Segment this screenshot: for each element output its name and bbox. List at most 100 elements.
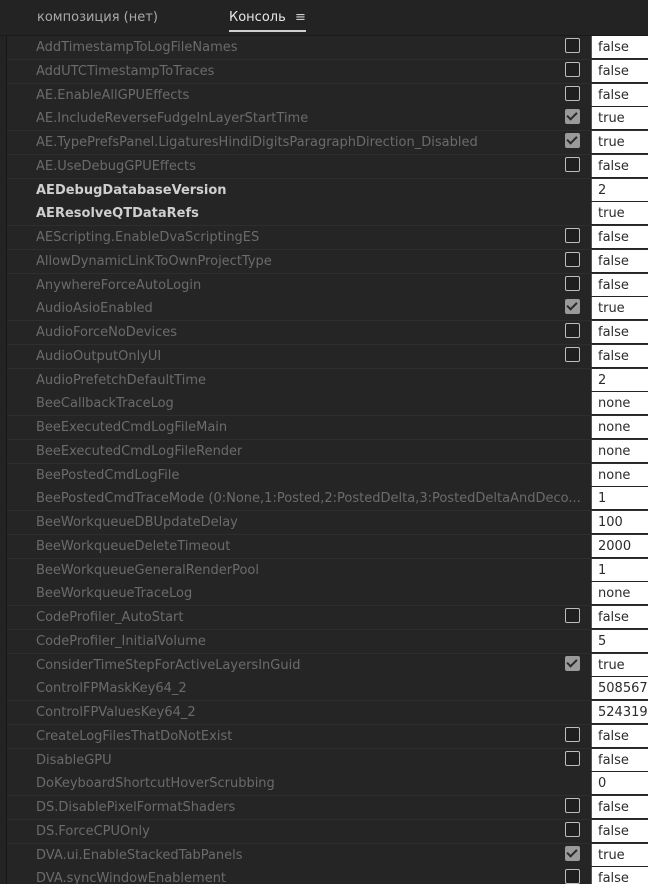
setting-value-field[interactable]: 1 [591, 487, 648, 510]
setting-checkbox[interactable] [565, 38, 580, 53]
table-row[interactable]: AudioForceNoDevices false [7, 321, 648, 345]
table-row[interactable]: AE.EnableAllGPUEffects false [7, 83, 648, 108]
setting-value-field[interactable]: 100 [591, 511, 648, 533]
setting-name: AE.TypePrefsPanel.LigaturesHindiDigitsPa… [36, 135, 478, 150]
table-row[interactable]: BeePostedCmdLogFile none [7, 463, 648, 488]
setting-value-field[interactable]: true [591, 843, 648, 866]
setting-value-field[interactable]: 0 [591, 772, 648, 795]
setting-checkbox[interactable] [565, 821, 580, 837]
setting-name: BeeExecutedCmdLogFileMain [36, 420, 228, 435]
setting-name: BeePostedCmdLogFile [36, 467, 180, 483]
setting-checkbox[interactable] [565, 750, 580, 766]
table-row[interactable]: AudioPrefetchDefaultTime 2 [7, 368, 648, 393]
table-row[interactable]: BeeExecutedCmdLogFileMain none [7, 416, 648, 440]
table-row[interactable]: DS.ForceCPUOnly false [7, 819, 648, 844]
setting-checkbox[interactable] [565, 655, 580, 671]
setting-value-field[interactable]: false [591, 796, 648, 818]
setting-checkbox[interactable] [565, 608, 580, 623]
setting-value-field[interactable]: false [591, 748, 648, 771]
setting-checkbox[interactable] [565, 845, 580, 861]
setting-value-field[interactable]: 5085673 [591, 677, 648, 700]
table-row[interactable]: AudioOutputOnlyUI false [7, 344, 648, 369]
setting-checkbox[interactable] [565, 346, 580, 362]
setting-value-field[interactable]: false [591, 154, 648, 177]
checkmark-icon [566, 655, 578, 668]
setting-value-field[interactable]: none [591, 416, 648, 438]
setting-value-field[interactable]: false [591, 321, 648, 343]
table-row[interactable]: DisableGPU false [7, 748, 648, 773]
setting-value-field[interactable]: false [591, 83, 648, 106]
setting-checkbox[interactable] [565, 251, 580, 267]
setting-value-field[interactable]: false [591, 606, 648, 628]
table-row[interactable]: BeePostedCmdTraceMode (0:None,1:Posted,2… [7, 487, 648, 512]
setting-value-field[interactable]: 1 [591, 558, 648, 581]
setting-checkbox[interactable] [565, 275, 580, 291]
table-row[interactable]: BeeCallbackTraceLog none [7, 392, 648, 417]
table-row[interactable]: DS.DisablePixelFormatShaders false [7, 796, 648, 820]
setting-checkbox[interactable] [565, 869, 580, 884]
table-row[interactable]: AddUTCTimestampToTraces false [7, 59, 648, 84]
table-row[interactable]: ControlFPValuesKey64_2 524319 [7, 701, 648, 725]
table-row[interactable]: AEScripting.EnableDvaScriptingES false [7, 226, 648, 250]
table-row[interactable]: AE.IncludeReverseFudgeInLayerStartTime tr… [7, 107, 648, 132]
setting-value-field[interactable]: 2000 [591, 534, 648, 557]
setting-value-field[interactable]: true [591, 107, 648, 130]
table-row[interactable]: ConsiderTimeStepForActiveLayersInGuid tru… [7, 653, 648, 678]
setting-value-field[interactable]: none [591, 582, 648, 605]
setting-value-field[interactable]: true [591, 131, 648, 153]
table-row[interactable]: CodeProfiler_InitialVolume 5 [7, 629, 648, 654]
table-row[interactable]: BeeWorkqueueDeleteTimeout 2000 [7, 534, 648, 559]
setting-value-field[interactable]: false [591, 226, 648, 248]
table-row[interactable]: AnywhereForceAutoLogin false [7, 273, 648, 298]
setting-checkbox[interactable] [565, 323, 580, 338]
setting-value-field[interactable]: true [591, 653, 648, 676]
setting-value-field[interactable]: false [591, 59, 648, 82]
table-row[interactable]: BeeWorkqueueGeneralRenderPool 1 [7, 558, 648, 583]
setting-checkbox[interactable] [565, 61, 580, 77]
setting-checkbox[interactable] [565, 156, 580, 172]
setting-value-field[interactable]: false [591, 867, 648, 884]
table-row[interactable]: AEResolveQTDataRefs true [7, 202, 648, 227]
setting-value-field[interactable]: 524319 [591, 701, 648, 723]
table-row[interactable]: ControlFPMaskKey64_2 5085673 [7, 677, 648, 702]
setting-value-field[interactable]: none [591, 463, 648, 486]
table-row[interactable]: CreateLogFilesThatDoNotExist false [7, 724, 648, 749]
table-row[interactable]: AddTimestampToLogFileNames false [7, 36, 648, 60]
setting-value-field[interactable]: false [591, 819, 648, 842]
setting-value-field[interactable]: false [591, 36, 648, 58]
setting-value-field[interactable]: 2 [591, 178, 648, 201]
setting-value-field[interactable]: true [591, 297, 648, 320]
setting-value-field[interactable]: false [591, 249, 648, 272]
table-row[interactable]: AudioAsioEnabled true [7, 297, 648, 322]
table-row[interactable]: DoKeyboardShortcutHoverScrubbing 0 [7, 772, 648, 797]
table-row[interactable]: AE.TypePrefsPanel.LigaturesHindiDigitsPa… [7, 131, 648, 155]
checkmark-icon [566, 109, 578, 121]
setting-value-field[interactable]: false [591, 273, 648, 296]
table-row[interactable]: BeeExecutedCmdLogFileRender none [7, 439, 648, 464]
tab-composition[interactable]: композиция (нет) [37, 0, 158, 35]
setting-value-field[interactable]: 2 [591, 368, 648, 391]
setting-checkbox[interactable] [565, 85, 580, 101]
setting-value-field[interactable]: 5 [591, 629, 648, 652]
setting-name: AudioForceNoDevices [36, 325, 178, 340]
setting-checkbox[interactable] [565, 798, 580, 813]
setting-checkbox[interactable] [565, 133, 580, 148]
table-row[interactable]: BeeWorkqueueTraceLog none [7, 582, 648, 607]
setting-value-field[interactable]: none [591, 392, 648, 415]
table-row[interactable]: DVA.ui.EnableStackedTabPanels true [7, 843, 648, 868]
table-row[interactable]: AllowDynamicLinkToOwnProjectType false [7, 249, 648, 274]
setting-value-field[interactable]: none [591, 439, 648, 462]
setting-value-field[interactable]: false [591, 344, 648, 367]
setting-checkbox[interactable] [565, 109, 580, 125]
setting-checkbox[interactable] [565, 228, 580, 243]
table-row[interactable]: BeeWorkqueueDBUpdateDelay 100 [7, 511, 648, 535]
table-row[interactable]: AE.UseDebugGPUEffects false [7, 154, 648, 179]
table-row[interactable]: DVA.syncWindowEnablement false [7, 867, 648, 884]
table-row[interactable]: CodeProfiler_AutoStart false [7, 606, 648, 630]
table-row[interactable]: AEDebugDatabaseVersion 2 [7, 178, 648, 203]
setting-value-field[interactable]: false [591, 724, 648, 747]
checkmark-icon [566, 845, 578, 858]
setting-checkbox[interactable] [565, 726, 580, 742]
setting-checkbox[interactable] [565, 299, 580, 315]
setting-value-field[interactable]: true [591, 202, 648, 225]
